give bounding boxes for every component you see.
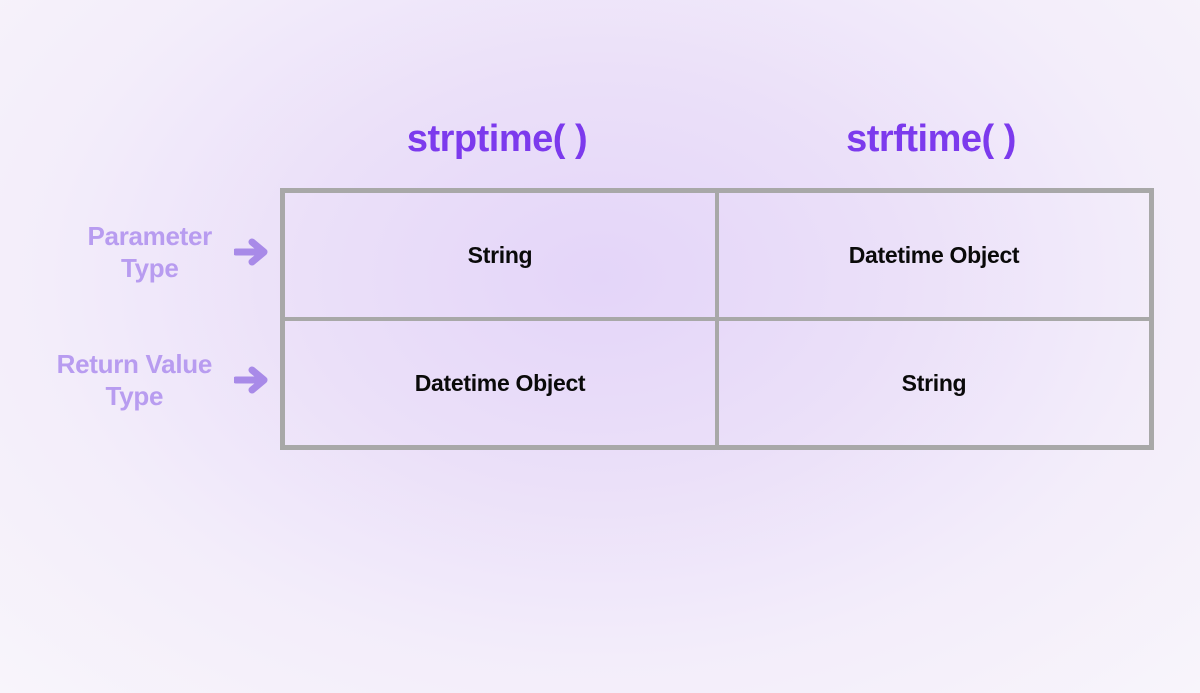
row-label-1-line2: Type — [57, 380, 212, 413]
cell-r1c0: Datetime Object — [283, 319, 717, 447]
column-headers-row: strptime( ) strftime( ) — [280, 100, 1154, 188]
arrow-right-icon — [234, 365, 270, 395]
row-label-1-wrap: Return Value Type — [40, 316, 280, 444]
table-grid: String Datetime Object Datetime Object S… — [280, 188, 1154, 450]
cell-r0c0: String — [283, 191, 717, 319]
comparison-table-container: Parameter Type Return Value Type str — [40, 100, 1154, 450]
row-label-1-line1: Return Value — [57, 348, 212, 381]
arrow-right-icon — [234, 237, 270, 267]
row-label-0-line2: Type — [88, 252, 213, 285]
table-area: strptime( ) strftime( ) String Datetime … — [280, 100, 1154, 450]
column-header-strftime: strftime( ) — [714, 118, 1148, 161]
row-label-0-line1: Parameter — [88, 220, 213, 253]
cell-r0c1: Datetime Object — [717, 191, 1151, 319]
row-labels-column: Parameter Type Return Value Type — [40, 188, 280, 444]
row-label-parameter-type: Parameter Type — [88, 220, 213, 285]
column-header-strptime: strptime( ) — [280, 118, 714, 161]
cell-r1c1: String — [717, 319, 1151, 447]
row-label-return-value-type: Return Value Type — [57, 348, 212, 413]
row-label-0-wrap: Parameter Type — [40, 188, 280, 316]
